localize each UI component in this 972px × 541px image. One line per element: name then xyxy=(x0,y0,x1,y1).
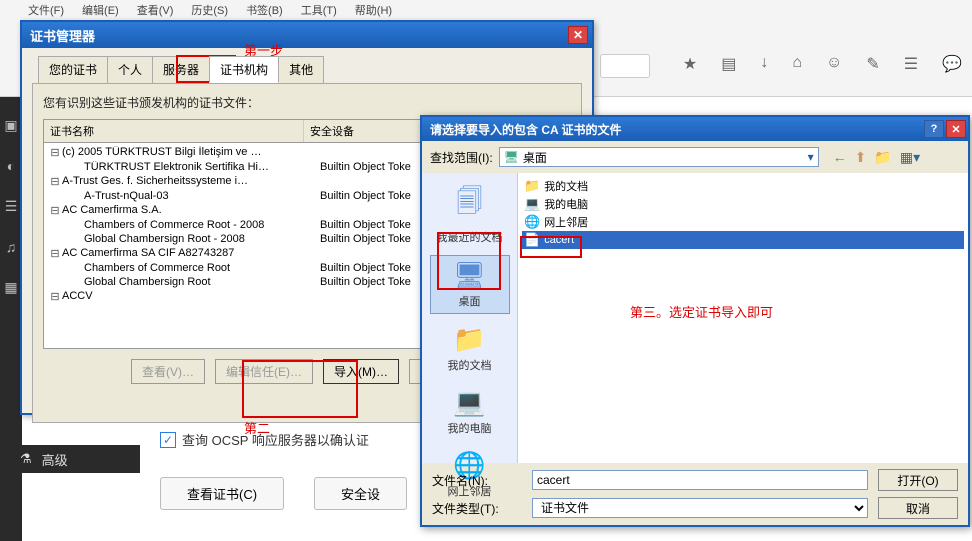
ocsp-label: 查询 OCSP 响应服务器以确认证 xyxy=(182,430,369,449)
filename-label: 文件名(N): xyxy=(432,472,522,489)
places-bar: 🗐我最近的文档🖥桌面📁我的文档💻我的电脑🌐网上邻居 xyxy=(422,173,518,463)
cert-desc: 您有识别这些证书颁发机构的证书文件： xyxy=(43,94,571,111)
place-icon: 💻 xyxy=(430,387,510,418)
rail-icon[interactable]: ♫ xyxy=(6,239,17,255)
cancel-button[interactable]: 取消 xyxy=(878,497,958,519)
flask-icon: ⚗ xyxy=(20,451,32,467)
place-item[interactable]: 💻我的电脑 xyxy=(430,383,510,440)
address-fragment[interactable] xyxy=(600,54,650,78)
tab-people[interactable]: 个人 xyxy=(107,56,153,83)
tab-your-certs[interactable]: 您的证书 xyxy=(38,56,108,83)
new-folder-icon[interactable]: 📁 xyxy=(874,149,891,166)
collapse-icon[interactable]: ⊟ xyxy=(48,290,62,303)
list-icon[interactable]: ▤ xyxy=(721,54,736,74)
file-icon: 🌐 xyxy=(524,214,540,230)
menu-view[interactable]: 查看(V) xyxy=(135,0,176,20)
advanced-label: 高级 xyxy=(42,450,68,469)
view-cert-button[interactable]: 查看证书(C) xyxy=(160,477,284,510)
file-icon: 📄 xyxy=(524,232,540,248)
menu-file[interactable]: 文件(F) xyxy=(26,0,66,20)
help-icon[interactable]: ? xyxy=(924,120,944,138)
look-in-label: 查找范围(I): xyxy=(430,149,493,166)
file-item[interactable]: 💻我的电脑 xyxy=(522,195,964,213)
smiley-icon[interactable]: ☺ xyxy=(826,54,842,74)
close-icon[interactable]: ✕ xyxy=(568,26,588,44)
menu-tools[interactable]: 工具(T) xyxy=(299,0,339,20)
annotation-step3: 第三。选定证书导入即可 xyxy=(630,302,773,321)
place-item[interactable]: 🗐我最近的文档 xyxy=(430,179,510,249)
edit-icon[interactable]: ✎ xyxy=(866,54,879,74)
collapse-icon[interactable]: ⊟ xyxy=(48,175,62,188)
filetype-select[interactable]: 证书文件 xyxy=(532,498,868,518)
star-icon[interactable]: ★ xyxy=(683,54,697,74)
home-icon[interactable]: ⌂ xyxy=(792,54,802,74)
file-dialog-title: 请选择要导入的包含 CA 证书的文件 xyxy=(430,121,622,138)
security-devices-button[interactable]: 安全设 xyxy=(314,477,407,510)
views-icon[interactable]: ▦▾ xyxy=(900,149,920,166)
collapse-icon[interactable]: ⊟ xyxy=(48,146,62,159)
settings-rail: ▣ ◐ ☰ ♫ ▦ xyxy=(0,97,22,541)
open-button[interactable]: 打开(O) xyxy=(878,469,958,491)
filetype-label: 文件类型(T): xyxy=(432,500,522,517)
file-open-dialog: 请选择要导入的包含 CA 证书的文件 ? ✕ 查找范围(I): 🖥 桌面 ▾ ←… xyxy=(420,115,970,527)
checkbox-checked-icon[interactable]: ✓ xyxy=(160,432,176,448)
tab-others[interactable]: 其他 xyxy=(278,56,324,83)
menu-icon[interactable]: ☰ xyxy=(904,54,918,74)
up-icon[interactable]: ⬆ xyxy=(855,149,867,166)
cert-tabs: 您的证书 个人 服务器 证书机构 其他 xyxy=(38,56,592,83)
rail-icon[interactable]: ▦ xyxy=(4,279,17,296)
place-item[interactable]: 🖥桌面 xyxy=(430,255,510,314)
file-icon: 📁 xyxy=(524,178,540,194)
tab-servers[interactable]: 服务器 xyxy=(152,56,210,83)
ocsp-checkbox-row[interactable]: ✓ 查询 OCSP 响应服务器以确认证 xyxy=(160,430,407,449)
file-item[interactable]: 🌐网上邻居 xyxy=(522,213,964,231)
browser-menu[interactable]: 文件(F) 编辑(E) 查看(V) 历史(S) 书签(B) 工具(T) 帮助(H… xyxy=(26,0,394,20)
place-item[interactable]: 📁我的文档 xyxy=(430,320,510,377)
advanced-section[interactable]: ⚗ 高级 xyxy=(0,445,140,473)
place-icon: 🗐 xyxy=(430,183,510,227)
rail-icon[interactable]: ☰ xyxy=(5,198,18,215)
annotation-step2: 第二 xyxy=(244,418,270,437)
menu-edit[interactable]: 编辑(E) xyxy=(80,0,121,20)
menu-bookmarks[interactable]: 书签(B) xyxy=(244,0,285,20)
download-icon[interactable]: ↓ xyxy=(760,54,768,74)
chevron-down-icon[interactable]: ▾ xyxy=(808,150,814,164)
place-icon: 🖥 xyxy=(431,260,509,291)
back-icon[interactable]: ← xyxy=(833,149,847,166)
look-in-dropdown[interactable]: 🖥 桌面 ▾ xyxy=(499,147,819,167)
browser-toolbar: ★ ▤ ↓ ⌂ ☺ ✎ ☰ 💬 xyxy=(683,54,962,74)
collapse-icon[interactable]: ⊟ xyxy=(48,247,62,260)
collapse-icon[interactable]: ⊟ xyxy=(48,204,62,217)
tab-authorities[interactable]: 证书机构 xyxy=(209,56,279,83)
col-cert-name[interactable]: 证书名称 xyxy=(44,120,304,142)
place-icon: 📁 xyxy=(430,324,510,355)
file-item[interactable]: 📁我的文档 xyxy=(522,177,964,195)
file-item[interactable]: 📄cacert xyxy=(522,231,964,249)
filename-input[interactable] xyxy=(532,470,868,490)
import-button[interactable]: 导入(M)… xyxy=(323,359,399,384)
close-icon[interactable]: ✕ xyxy=(946,120,966,138)
edit-trust-button: 编辑信任(E)… xyxy=(215,359,313,384)
cert-manager-title: 证书管理器 xyxy=(30,26,95,45)
file-icon: 💻 xyxy=(524,196,540,212)
rail-icon[interactable]: ▣ xyxy=(4,117,17,134)
rail-icon[interactable]: ◐ xyxy=(7,158,15,174)
desktop-icon: 🖥 xyxy=(504,150,519,164)
chat-icon[interactable]: 💬 xyxy=(942,54,962,74)
look-in-value: 桌面 xyxy=(523,149,547,166)
menu-history[interactable]: 历史(S) xyxy=(189,0,230,20)
view-button: 查看(V)… xyxy=(131,359,205,384)
menu-help[interactable]: 帮助(H) xyxy=(353,0,394,20)
